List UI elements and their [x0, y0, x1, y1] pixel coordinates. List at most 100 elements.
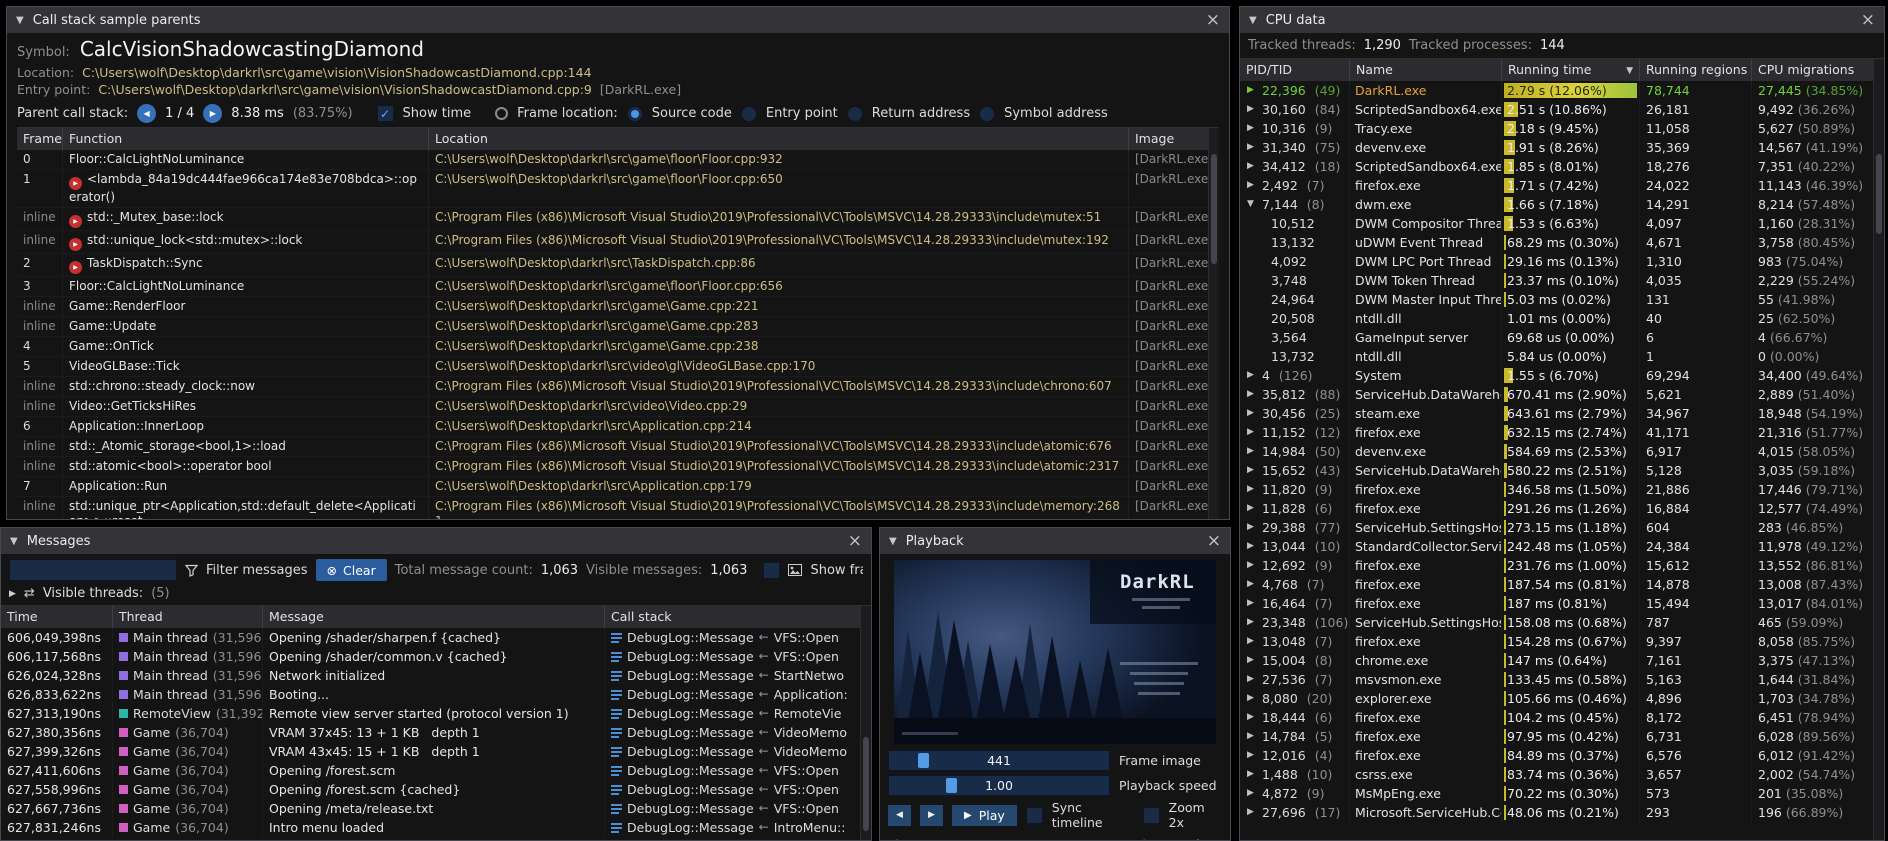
cpu-scrollbar[interactable] — [1873, 59, 1884, 840]
cpu-process-row[interactable]: ▶4,768 (7)firefox.exe187.54 ms (0.81%)14… — [1240, 575, 1884, 594]
expand-icon[interactable]: ▶ — [1247, 784, 1257, 803]
callstack-table-row[interactable]: inline▶std::unique_lock<std::mutex>::loc… — [17, 231, 1219, 254]
col-callstack[interactable]: Call stack — [605, 606, 871, 628]
cpu-process-row[interactable]: ▶2,492 (7)firefox.exe1.71 s (7.42%)24,02… — [1240, 176, 1884, 195]
message-row[interactable]: 606,049,398nsMain thread(31,596)Opening … — [1, 628, 871, 647]
callstack-list-icon[interactable] — [611, 632, 622, 643]
callstack-scrollbar[interactable] — [1208, 128, 1219, 519]
expand-threads-icon[interactable]: ▶ — [9, 589, 16, 599]
message-row[interactable]: 627,313,190nsRemoteView(31,392)Remote vi… — [1, 704, 871, 723]
zoom-2x-checkbox[interactable] — [1143, 807, 1160, 824]
scrollbar-thumb[interactable] — [1211, 154, 1217, 264]
expand-icon[interactable]: ▶ — [1247, 480, 1257, 499]
cpu-process-row[interactable]: 10,512DWM Compositor Thread1.53 s (6.63%… — [1240, 214, 1884, 233]
hot-sample-icon[interactable]: ▶ — [69, 238, 82, 251]
cpu-process-row[interactable]: ▶16,464 (7)firefox.exe187 ms (0.81%)15,4… — [1240, 594, 1884, 613]
cpu-process-row[interactable]: ▶11,828 (6)firefox.exe291.26 ms (1.26%)1… — [1240, 499, 1884, 518]
cpu-process-row[interactable]: ▶8,080 (20)explorer.exe105.66 ms (0.46%)… — [1240, 689, 1884, 708]
cpu-process-row[interactable]: ▶30,456 (25)steam.exe643.61 ms (2.79%)34… — [1240, 404, 1884, 423]
cpu-process-row[interactable]: ▶1,488 (10)csrss.exe83.74 ms (0.36%)3,65… — [1240, 765, 1884, 784]
cpu-process-row[interactable]: ▶27,696 (17)Microsoft.ServiceHub.Co48.06… — [1240, 803, 1884, 822]
radio-source-code[interactable] — [627, 106, 643, 122]
expand-icon[interactable]: ▶ — [1247, 461, 1257, 480]
expand-icon[interactable]: ▶ — [1247, 499, 1257, 518]
callstack-table-row[interactable]: inlinestd::atomic<bool>::operator boolC:… — [17, 457, 1219, 477]
callstack-list-icon[interactable] — [611, 746, 622, 757]
message-row[interactable]: 606,117,568nsMain thread(31,596)Opening … — [1, 647, 871, 666]
cpu-process-row[interactable]: ▶12,692 (9)firefox.exe231.76 ms (1.00%)1… — [1240, 556, 1884, 575]
cpu-process-row[interactable]: 4,092DWM LPC Port Thread29.16 ms (0.13%)… — [1240, 252, 1884, 271]
callstack-list-icon[interactable] — [611, 708, 622, 719]
expand-icon[interactable]: ▶ — [1247, 594, 1257, 613]
close-icon[interactable]: × — [1207, 533, 1221, 550]
collapse-icon[interactable]: ▼ — [889, 536, 897, 547]
callstack-list-icon[interactable] — [611, 689, 622, 700]
close-icon[interactable]: × — [848, 533, 862, 550]
cpu-process-row[interactable]: ▶23,348 (106)ServiceHub.SettingsHost158.… — [1240, 613, 1884, 632]
playback-titlebar[interactable]: ▼ Playback × — [880, 528, 1230, 554]
callstack-table-row[interactable]: inlinestd::unique_ptr<Application,std::d… — [17, 497, 1219, 519]
callstack-list-icon[interactable] — [611, 822, 622, 833]
cpu-process-row[interactable]: 13,732ntdll.dll5.84 us (0.00%)10 (0.00%) — [1240, 347, 1884, 366]
cpu-process-row[interactable]: ▶4 (126)System1.55 s (6.70%)69,29434,400… — [1240, 366, 1884, 385]
col-image[interactable]: Image — [1129, 128, 1219, 150]
callstack-table-row[interactable]: 4Game::OnTickC:\Users\wolf\Desktop\darkr… — [17, 337, 1219, 357]
callstack-table-row[interactable]: 5VideoGLBase::TickC:\Users\wolf\Desktop\… — [17, 357, 1219, 377]
clear-button[interactable]: ⊗ Clear — [316, 559, 387, 581]
callstack-list-icon[interactable] — [611, 803, 622, 814]
message-filter-input[interactable] — [9, 559, 177, 581]
col-name[interactable]: Name — [1350, 59, 1502, 81]
expand-icon[interactable]: ▶ — [1247, 442, 1257, 461]
expand-icon[interactable]: ▶ — [1247, 651, 1257, 670]
message-row[interactable]: 627,411,606nsGame(36,704)Opening /forest… — [1, 761, 871, 780]
cpu-process-row[interactable]: ▶15,004 (8)chrome.exe147 ms (0.64%)7,161… — [1240, 651, 1884, 670]
callstack-table-row[interactable]: inlinestd::chrono::steady_clock::nowC:\P… — [17, 377, 1219, 397]
next-parent-button[interactable]: ▶ — [203, 104, 222, 123]
playback-speed-slider[interactable]: 1.00 — [888, 775, 1110, 796]
callstack-titlebar[interactable]: ▼ Call stack sample parents × — [7, 7, 1229, 33]
hot-sample-icon[interactable]: ▶ — [69, 215, 82, 228]
callstack-table-row[interactable]: 2▶TaskDispatch::SyncC:\Users\wolf\Deskto… — [17, 254, 1219, 277]
callstack-table-row[interactable]: 7Application::RunC:\Users\wolf\Desktop\d… — [17, 477, 1219, 497]
expand-icon[interactable]: ▶ — [1247, 575, 1257, 594]
cpu-process-row[interactable]: ▶11,152 (12)firefox.exe632.15 ms (2.74%)… — [1240, 423, 1884, 442]
message-row[interactable]: 627,380,356nsGame(36,704)VRAM 37x45: 13 … — [1, 723, 871, 742]
expand-icon[interactable]: ▶ — [1247, 423, 1257, 442]
cpu-process-row[interactable]: 3,564GameInput server69.68 us (0.00%)64 … — [1240, 328, 1884, 347]
message-row[interactable]: 627,667,736nsGame(36,704)Opening /meta/r… — [1, 799, 871, 818]
callstack-table-row[interactable]: inline▶std::_Mutex_base::lockC:\Program … — [17, 208, 1219, 231]
expand-icon[interactable]: ▶ — [1247, 746, 1257, 765]
frame-image-slider[interactable]: 441 — [888, 750, 1110, 771]
cpu-process-row[interactable]: ▶12,016 (4)firefox.exe84.89 ms (0.37%)6,… — [1240, 746, 1884, 765]
expand-icon[interactable]: ▶ — [1247, 765, 1257, 784]
close-icon[interactable]: × — [1861, 12, 1875, 29]
col-time[interactable]: Time — [1, 606, 113, 628]
cpu-process-row[interactable]: ▶31,340 (75)devenv.exe1.91 s (8.26%)35,3… — [1240, 138, 1884, 157]
collapse-icon[interactable]: ▼ — [1247, 195, 1257, 214]
expand-icon[interactable]: ▶ — [1247, 385, 1257, 404]
callstack-table-row[interactable]: 0Floor::CalcLightNoLuminanceC:\Users\wol… — [17, 150, 1219, 170]
collapse-icon[interactable]: ▼ — [10, 536, 18, 547]
radio-entry-point[interactable] — [741, 106, 757, 122]
scrollbar-thumb[interactable] — [1876, 154, 1882, 234]
expand-icon[interactable]: ▶ — [1247, 404, 1257, 423]
expand-icon[interactable]: ▶ — [1247, 157, 1257, 176]
cpu-process-row[interactable]: ▶4,872 (9)MsMpEng.exe70.22 ms (0.30%)573… — [1240, 784, 1884, 803]
cpu-process-row[interactable]: 20,508ntdll.dll1.01 ms (0.00%)4025 (62.5… — [1240, 309, 1884, 328]
expand-icon[interactable]: ▶ — [1247, 556, 1257, 575]
callstack-table-row[interactable]: inlinestd::_Atomic_storage<bool,1>::load… — [17, 437, 1219, 457]
cpu-process-row[interactable]: ▶13,048 (7)firefox.exe154.28 ms (0.67%)9… — [1240, 632, 1884, 651]
collapse-icon[interactable]: ▼ — [16, 15, 24, 26]
cpu-titlebar[interactable]: ▼ CPU data × — [1240, 7, 1884, 33]
callstack-list-icon[interactable] — [611, 670, 622, 681]
cpu-process-row[interactable]: ▶14,984 (50)devenv.exe584.69 ms (2.53%)6… — [1240, 442, 1884, 461]
callstack-table-row[interactable]: inlineGame::UpdateC:\Users\wolf\Desktop\… — [17, 317, 1219, 337]
col-running-time[interactable]: ▼Running time — [1502, 59, 1640, 81]
playback-frame-image[interactable]: DarkRL — [894, 560, 1216, 744]
col-location[interactable]: Location — [429, 128, 1129, 150]
col-message[interactable]: Message — [263, 606, 605, 628]
cpu-process-row[interactable]: ▶18,444 (6)firefox.exe104.2 ms (0.45%)8,… — [1240, 708, 1884, 727]
collapse-icon[interactable]: ▼ — [1249, 15, 1257, 26]
message-row[interactable]: 627,558,996nsGame(36,704)Opening /forest… — [1, 780, 871, 799]
sync-timeline-checkbox[interactable] — [1026, 807, 1043, 824]
